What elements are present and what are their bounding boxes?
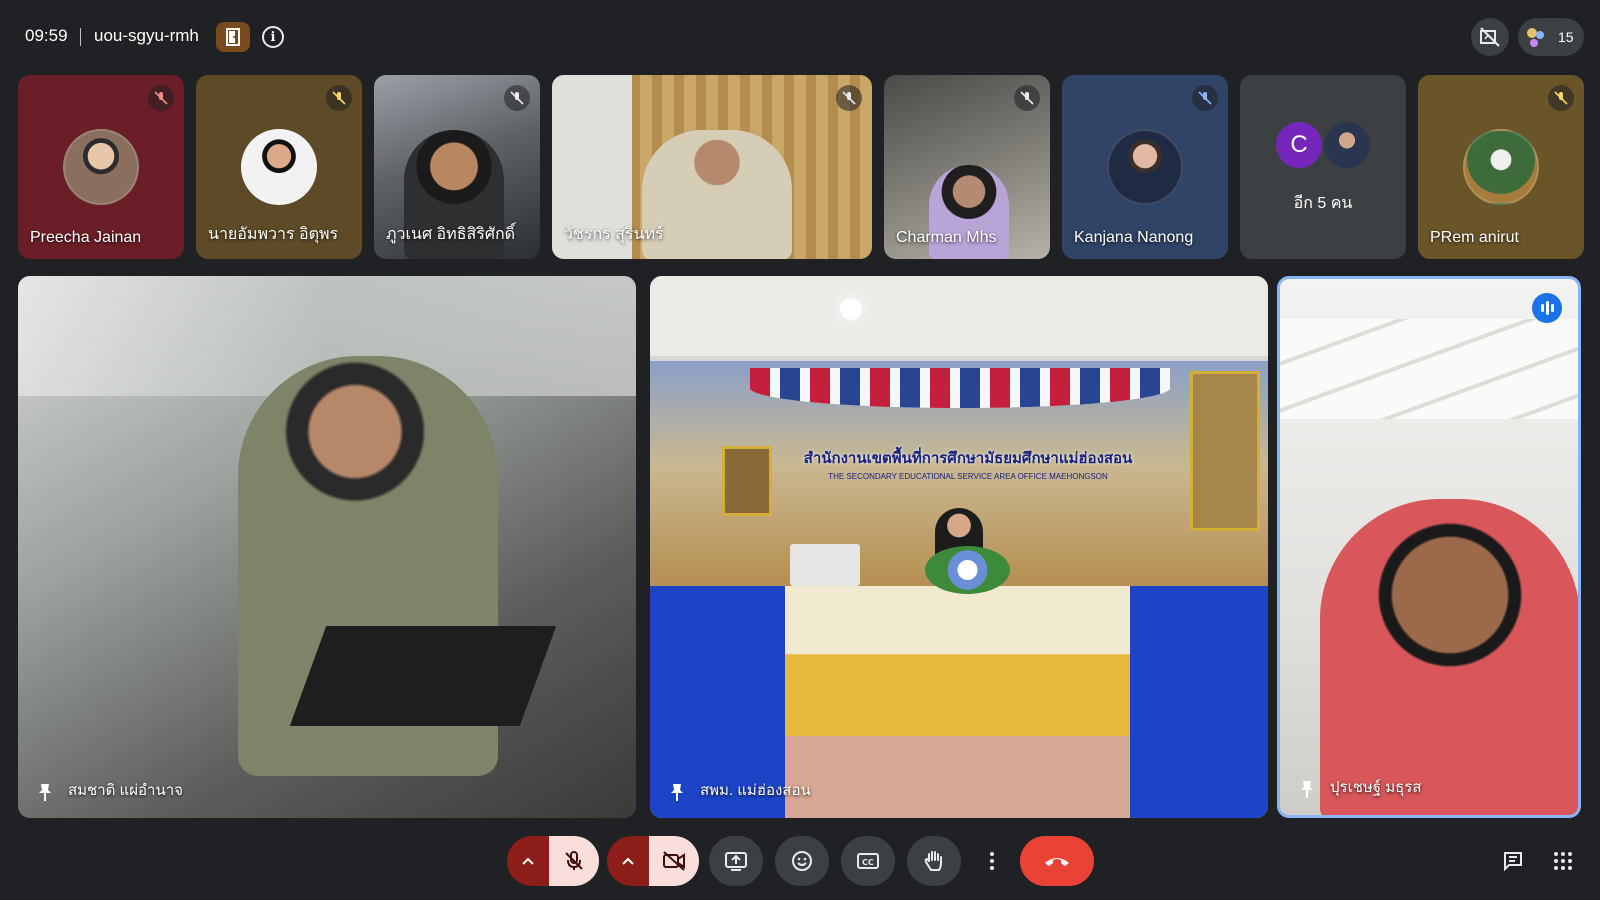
camera-off-icon <box>663 851 685 871</box>
participant-name: สพม. แม่ฮ่องสอน <box>700 782 811 799</box>
mic-off-icon <box>504 85 530 111</box>
pin-icon[interactable] <box>36 782 54 802</box>
participant-name: Kanjana Nanong <box>1074 229 1194 246</box>
divider <box>80 28 81 46</box>
mic-off-icon <box>1192 85 1218 111</box>
participant-name: วัชรกร สุรินทร์ <box>564 226 664 243</box>
video-tile-active-speaker[interactable]: ปุรเชษฐ์ มธุรส <box>1277 276 1581 818</box>
mic-off-icon <box>836 85 862 111</box>
participant-name: สมชาติ แผ่อำนาจ <box>68 782 183 799</box>
breakout-room-button[interactable] <box>216 22 250 52</box>
clock: 09:59 <box>25 26 68 45</box>
door-icon <box>226 28 240 46</box>
top-bar: 09:59 uou-sgyu-rmh i 15 <box>0 0 1600 72</box>
avatar <box>63 129 139 205</box>
participant-name: Preecha Jainan <box>30 229 142 246</box>
table-cloth-right <box>1130 586 1268 818</box>
hidden-tiles-button[interactable] <box>1471 18 1509 56</box>
participant-thumbnail[interactable]: Charman Mhs <box>884 75 1050 259</box>
captions-button[interactable]: CC <box>841 836 895 886</box>
participants-icon <box>1527 28 1544 47</box>
captions-icon: CC <box>857 853 879 869</box>
mic-off-icon <box>1014 85 1040 111</box>
camera-toggle-button[interactable] <box>649 836 699 886</box>
participant-thumbnail[interactable]: ภูวเนศ อิทธิสิริศักดิ์ <box>374 75 540 259</box>
others-count-label: อีก 5 คน <box>1293 195 1353 212</box>
participant-thumbnail[interactable]: PRem anirut <box>1418 75 1584 259</box>
avatar-letter: C <box>1276 122 1322 168</box>
chat-button[interactable] <box>1493 836 1533 886</box>
present-screen-button[interactable] <box>709 836 763 886</box>
ceiling <box>650 276 1268 356</box>
avatar <box>1463 129 1539 205</box>
avatar <box>241 129 317 205</box>
chevron-up-icon <box>622 857 634 865</box>
apps-grid-icon <box>1554 852 1572 870</box>
banner-title: สำนักงานเขตพื้นที่การศึกษามัธยมศึกษาแม่ฮ… <box>803 450 1133 467</box>
video-options-button[interactable] <box>607 836 649 886</box>
emoji-reaction-button[interactable] <box>775 836 829 886</box>
chevron-up-icon <box>522 857 534 865</box>
pin-icon[interactable] <box>668 782 686 802</box>
bunting <box>750 368 1170 408</box>
others-thumbnail[interactable]: C อีก 5 คน <box>1240 75 1406 259</box>
leave-call-button[interactable] <box>1020 836 1094 886</box>
mic-off-icon <box>565 851 583 870</box>
ceiling <box>1280 319 1578 419</box>
raise-hand-icon <box>924 851 942 871</box>
meeting-info-icon[interactable]: i <box>262 26 284 48</box>
avatar <box>1107 129 1183 205</box>
svg-text:CC: CC <box>862 858 874 867</box>
laptop <box>790 544 860 586</box>
participant-name: Charman Mhs <box>896 229 997 246</box>
participant-thumbnail[interactable]: วัชรกร สุรินทร์ <box>552 75 872 259</box>
participant-thumbnail[interactable]: Preecha Jainan <box>18 75 184 259</box>
participant-name: นายอัมพวาร อิตุพร <box>208 226 339 243</box>
participant-name: ปุรเชษฐ์ มธุรส <box>1330 779 1422 796</box>
video-tile[interactable]: สำนักงานเขตพื้นที่การศึกษามัธยมศึกษาแม่ฮ… <box>650 276 1268 818</box>
pin-icon[interactable] <box>1298 779 1316 799</box>
hang-up-icon <box>1045 858 1069 866</box>
mic-toggle-button[interactable] <box>549 836 599 886</box>
participant-count: 15 <box>1558 29 1574 45</box>
more-vert-icon <box>990 852 994 870</box>
avatar <box>1324 122 1370 168</box>
banner-subtitle: THE SECONDARY EDUCATIONAL SERVICE AREA O… <box>828 472 1108 481</box>
participant-video <box>642 130 792 259</box>
participant-name: ภูวเนศ อิทธิสิริศักดิ์ <box>386 226 516 243</box>
participants-button[interactable]: 15 <box>1518 18 1584 56</box>
video-tile[interactable]: สมชาติ แผ่อำนาจ <box>18 276 636 818</box>
ceiling-light <box>840 298 862 320</box>
hidden-tiles-icon <box>1480 27 1500 47</box>
meeting-code[interactable]: uou-sgyu-rmh <box>94 26 199 46</box>
participant-name: PRem anirut <box>1430 229 1519 246</box>
audio-options-button[interactable] <box>507 836 549 886</box>
royal-portrait <box>1190 371 1260 531</box>
speaking-indicator-icon <box>1532 293 1562 323</box>
participant-thumbnail[interactable]: Kanjana Nanong <box>1062 75 1228 259</box>
mic-off-icon <box>148 85 174 111</box>
mic-off-icon <box>1548 85 1574 111</box>
present-icon <box>725 852 747 871</box>
more-options-button[interactable] <box>972 836 1012 886</box>
laptop <box>289 626 557 726</box>
participant-thumbnail[interactable]: นายอัมพวาร อิตุพร <box>196 75 362 259</box>
portrait-frame <box>722 446 772 516</box>
chat-icon <box>1504 852 1522 872</box>
flower-arrangement <box>925 546 1010 594</box>
emoji-icon <box>792 851 812 871</box>
raise-hand-button[interactable] <box>907 836 961 886</box>
participant-video <box>1320 499 1578 815</box>
activities-button[interactable] <box>1543 836 1583 886</box>
head-table <box>785 586 1130 736</box>
mic-off-icon <box>326 85 352 111</box>
